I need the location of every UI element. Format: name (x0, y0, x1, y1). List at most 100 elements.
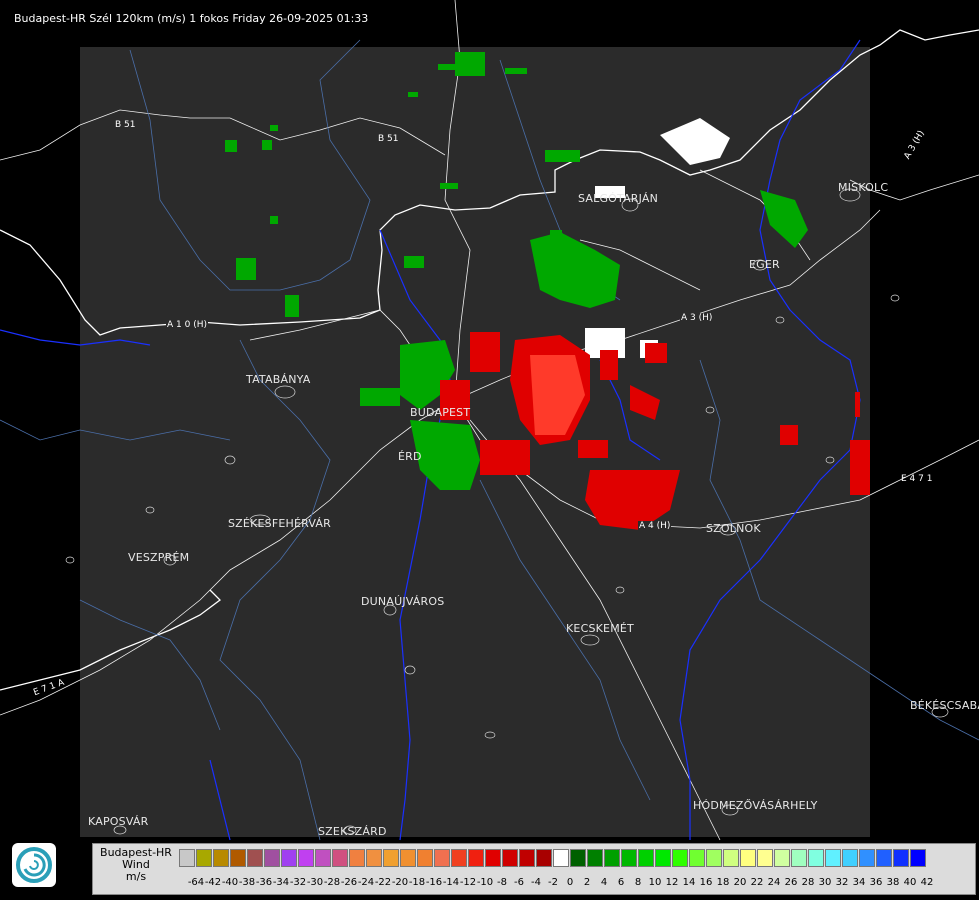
road-label-a3h: A 3 (H) (680, 313, 714, 323)
map-title: Budapest-HR Szél 120km (m/s) 1 fokos Fri… (14, 12, 369, 25)
legend-swatch (604, 849, 620, 867)
legend-tick-label: -4 (531, 877, 541, 888)
city-label-erd: ÉRD (398, 450, 422, 463)
legend-tick-label: -32 (289, 877, 307, 888)
legend-swatch (196, 849, 212, 867)
legend-tick-label: -22 (374, 877, 392, 888)
road-label-e471: E 4 7 1 (901, 474, 933, 484)
legend-tick-label: 30 (818, 877, 832, 888)
legend-tick-label: -30 (306, 877, 324, 888)
legend-swatch (434, 849, 450, 867)
legend-tick-label: -42 (204, 877, 222, 888)
legend-tick-label: -28 (323, 877, 341, 888)
road-label-b51: B 51 (115, 120, 136, 130)
legend-tick-label: -2 (548, 877, 558, 888)
city-label-eger: EGER (749, 258, 780, 271)
legend-swatch (315, 849, 331, 867)
legend-swatch (553, 849, 569, 867)
legend-tick-label: 12 (665, 877, 679, 888)
color-legend: Budapest-HR Wind m/s -64 -42 -40 -38 -36 -34-… (92, 843, 976, 895)
legend-swatch (859, 849, 875, 867)
legend-swatch (587, 849, 603, 867)
legend-swatch (519, 849, 535, 867)
road-label-b51-2: B 51 (377, 134, 400, 144)
legend-swatch (638, 849, 654, 867)
legend-swatch (332, 849, 348, 867)
legend-tick-label: -20 (391, 877, 409, 888)
legend-swatch (825, 849, 841, 867)
legend-tick-label: -36 (255, 877, 273, 888)
legend-tick-label: -40 (221, 877, 239, 888)
legend-tick-label: 2 (583, 877, 591, 888)
legend-swatch (213, 849, 229, 867)
legend-tick-label: 42 (920, 877, 934, 888)
legend-tick-label: -6 (514, 877, 524, 888)
legend-tick-label: -34 (272, 877, 290, 888)
city-label-bekescsaba: BÉKÉSCSABA (910, 699, 979, 712)
legend-swatch (655, 849, 671, 867)
road-label-a4h: A 4 (H) (638, 521, 672, 531)
legend-swatch (247, 849, 263, 867)
legend-title: Budapest-HR Wind m/s (95, 847, 177, 883)
legend-tick-label: 20 (733, 877, 747, 888)
legend-swatch (774, 849, 790, 867)
legend-swatch (536, 849, 552, 867)
legend-tick-label: 38 (886, 877, 900, 888)
legend-swatches (179, 849, 927, 867)
legend-tick-label: 40 (903, 877, 917, 888)
legend-tick-label: -38 (238, 877, 256, 888)
legend-tick-label: 24 (767, 877, 781, 888)
legend-tick-label: 8 (634, 877, 642, 888)
legend-tick-label: 14 (682, 877, 696, 888)
legend-tick-label: -8 (497, 877, 507, 888)
legend-swatch (366, 849, 382, 867)
radar-map (0, 0, 979, 841)
road-label-a10h: A 1 0 (H) (166, 320, 208, 330)
city-label-salgotarjan: SALGÓTARJÁN (578, 192, 659, 205)
legend-tick-label: 0 (566, 877, 574, 888)
legend-tick-label: -18 (408, 877, 426, 888)
legend-tick-label: -12 (459, 877, 477, 888)
legend-tick-label: 10 (648, 877, 662, 888)
swirl-icon (16, 847, 52, 883)
city-label-szolnok: SZOLNOK (706, 522, 761, 535)
legend-swatch (621, 849, 637, 867)
city-label-miskolc: MISKOLC (838, 181, 889, 194)
legend-swatch (400, 849, 416, 867)
city-label-kaposvar: KAPOSVÁR (88, 815, 149, 828)
legend-swatch (417, 849, 433, 867)
legend-swatch (281, 849, 297, 867)
omsz-logo (12, 843, 56, 887)
legend-swatch (502, 849, 518, 867)
legend-swatch (723, 849, 739, 867)
legend-swatch (485, 849, 501, 867)
legend-tick-label: 36 (869, 877, 883, 888)
legend-swatch (842, 849, 858, 867)
legend-swatch (689, 849, 705, 867)
legend-swatch (298, 849, 314, 867)
legend-tick-label: -24 (357, 877, 375, 888)
legend-tick-label: 34 (852, 877, 866, 888)
legend-unit: m/s (125, 870, 147, 883)
legend-swatch (468, 849, 484, 867)
city-label-veszprem: VESZPRÉM (128, 551, 190, 564)
legend-tick-label: -14 (442, 877, 460, 888)
legend-tick-label: 18 (716, 877, 730, 888)
legend-tick-label: 4 (600, 877, 608, 888)
legend-tick-label: -16 (425, 877, 443, 888)
legend-tick-label: 26 (784, 877, 798, 888)
legend-tick-label: 32 (835, 877, 849, 888)
city-label-tatabanya: TATABÁNYA (246, 373, 311, 386)
legend-swatch (910, 849, 926, 867)
legend-swatch (757, 849, 773, 867)
legend-tick-label: 28 (801, 877, 815, 888)
legend-tick-label: -10 (476, 877, 494, 888)
legend-tick-label: -26 (340, 877, 358, 888)
city-label-szekszard: SZEKSZÁRD (318, 825, 387, 838)
radar-coverage-area (80, 47, 870, 837)
city-label-hodmezovasarhely: HÓDMEZŐVÁSÁRHELY (693, 799, 818, 812)
legend-swatch (706, 849, 722, 867)
legend-tick-label: 22 (750, 877, 764, 888)
legend-swatch (349, 849, 365, 867)
legend-tick-label: 6 (617, 877, 625, 888)
